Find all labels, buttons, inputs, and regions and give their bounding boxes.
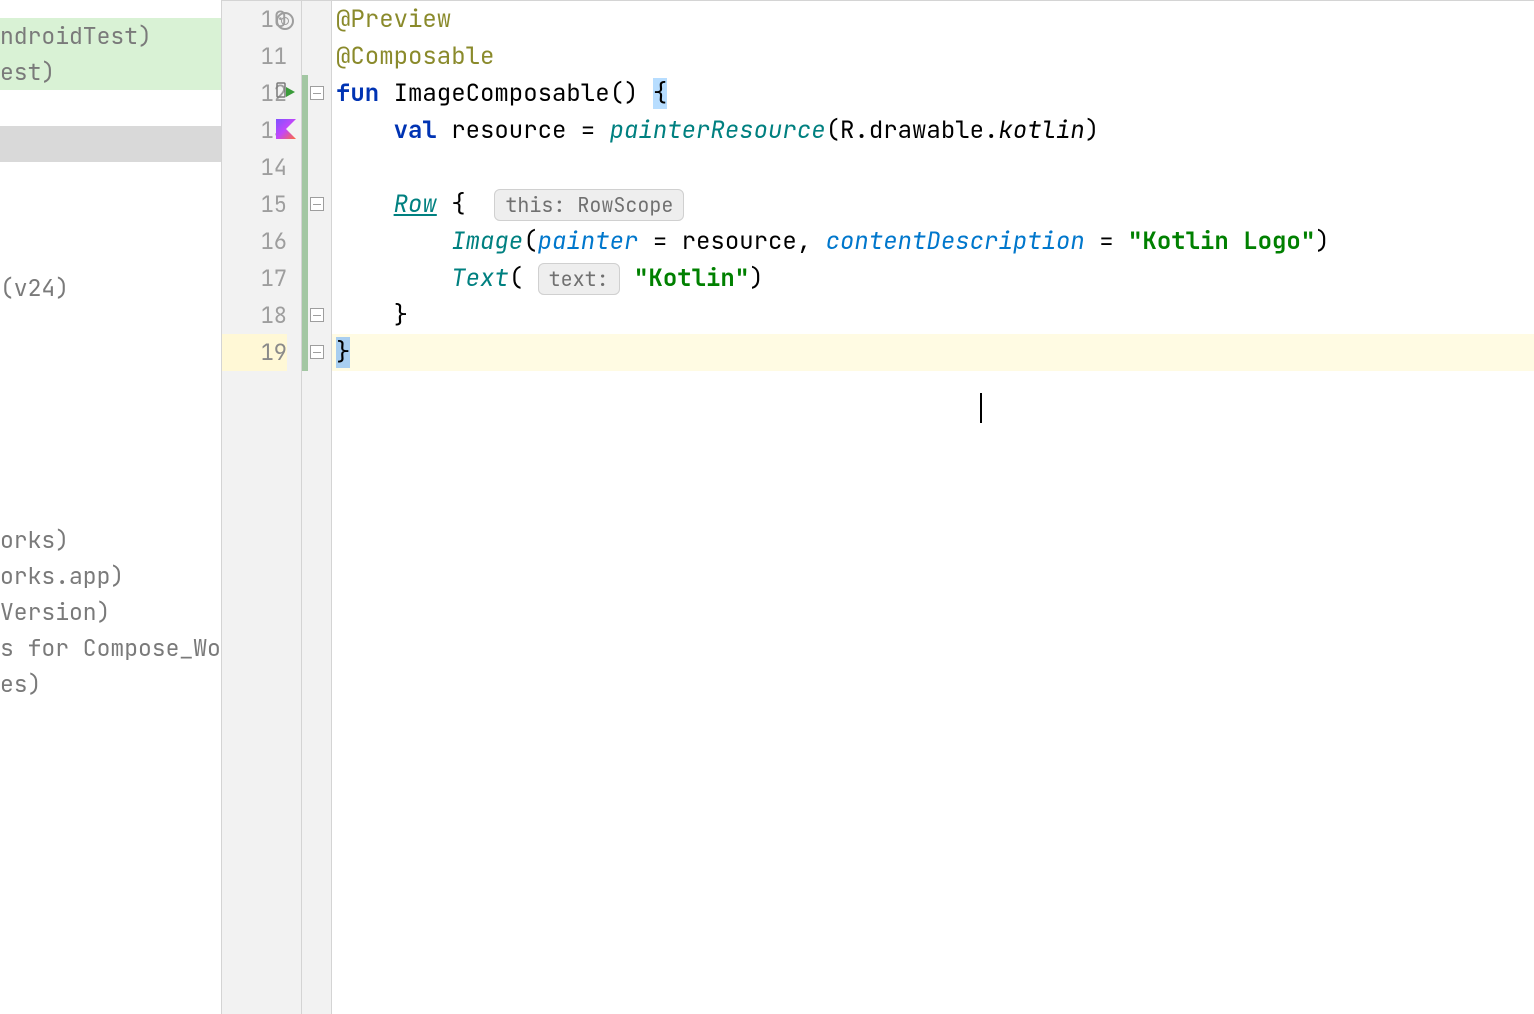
kotlin-file-icon	[276, 119, 296, 139]
tree-item[interactable]	[0, 414, 221, 450]
tree-item[interactable]	[0, 90, 221, 126]
fold-toggle-icon[interactable]	[310, 197, 324, 211]
gutter-run-icon[interactable]	[276, 82, 296, 102]
tree-item[interactable]	[0, 234, 221, 270]
fold-toggle-icon[interactable]	[310, 345, 324, 359]
fold-toggle-icon[interactable]	[310, 86, 324, 100]
fold-column[interactable]	[302, 1, 332, 1014]
code-line[interactable]: Row { this: RowScope	[332, 186, 1534, 223]
project-tree-panel[interactable]: ndroidTest)est) (v24) orks)orks.app) Ver…	[0, 0, 222, 1014]
editor: 10111213141516171819 @Preview@Composable…	[222, 0, 1534, 1014]
line-number[interactable]: 14	[222, 149, 287, 186]
line-number[interactable]: 18	[222, 297, 287, 334]
line-number[interactable]: 17	[222, 260, 287, 297]
tree-item[interactable]: Version)	[0, 594, 221, 630]
code-area[interactable]: @Preview@Composablefun ImageComposable()…	[332, 1, 1534, 1014]
tree-item[interactable]: est)	[0, 54, 221, 90]
code-lines: @Preview@Composablefun ImageComposable()…	[332, 1, 1534, 371]
code-line[interactable]: }	[332, 334, 1534, 371]
tree-items: ndroidTest)est) (v24) orks)orks.app) Ver…	[0, 18, 221, 702]
code-line[interactable]: Text( text: "Kotlin")	[332, 260, 1534, 297]
line-number[interactable]: 16	[222, 223, 287, 260]
tree-item[interactable]: s for Compose_Wor	[0, 630, 221, 666]
tree-item[interactable]	[0, 486, 221, 522]
fold-toggle-icon[interactable]	[310, 308, 324, 322]
gear-icon[interactable]	[276, 12, 294, 30]
code-line[interactable]: }	[332, 297, 1534, 334]
gutter-lines: 10111213141516171819	[222, 1, 287, 371]
code-line[interactable]: fun ImageComposable() {	[332, 75, 1534, 112]
tree-item[interactable]	[0, 198, 221, 234]
code-line[interactable]: @Preview	[332, 1, 1534, 38]
tree-item[interactable]	[0, 126, 221, 162]
vcs-change-bar	[302, 75, 308, 371]
line-number[interactable]: 19	[222, 334, 287, 371]
gutter-settings-icon[interactable]	[276, 8, 294, 37]
line-number[interactable]: 15	[222, 186, 287, 223]
tree-item[interactable]: orks.app)	[0, 558, 221, 594]
tree-item[interactable]: orks)	[0, 522, 221, 558]
code-line[interactable]: @Composable	[332, 38, 1534, 75]
code-line[interactable]: val resource = painterResource(R.drawabl…	[332, 112, 1534, 149]
tree-item[interactable]	[0, 450, 221, 486]
gutter-kotlin-icon[interactable]	[276, 119, 296, 139]
code-line[interactable]	[332, 149, 1534, 186]
line-number[interactable]: 11	[222, 38, 287, 75]
tree-item[interactable]	[0, 378, 221, 414]
tree-item[interactable]: es)	[0, 666, 221, 702]
code-line[interactable]: Image(painter = resource, contentDescrip…	[332, 223, 1534, 260]
tree-item[interactable]	[0, 162, 221, 198]
gutter[interactable]: 10111213141516171819	[222, 1, 302, 1014]
tree-item[interactable]: ndroidTest)	[0, 18, 221, 54]
text-caret	[980, 393, 982, 423]
tree-item[interactable]: (v24)	[0, 270, 221, 306]
run-preview-icon[interactable]	[276, 82, 296, 102]
tree-item[interactable]	[0, 342, 221, 378]
tree-item[interactable]	[0, 306, 221, 342]
